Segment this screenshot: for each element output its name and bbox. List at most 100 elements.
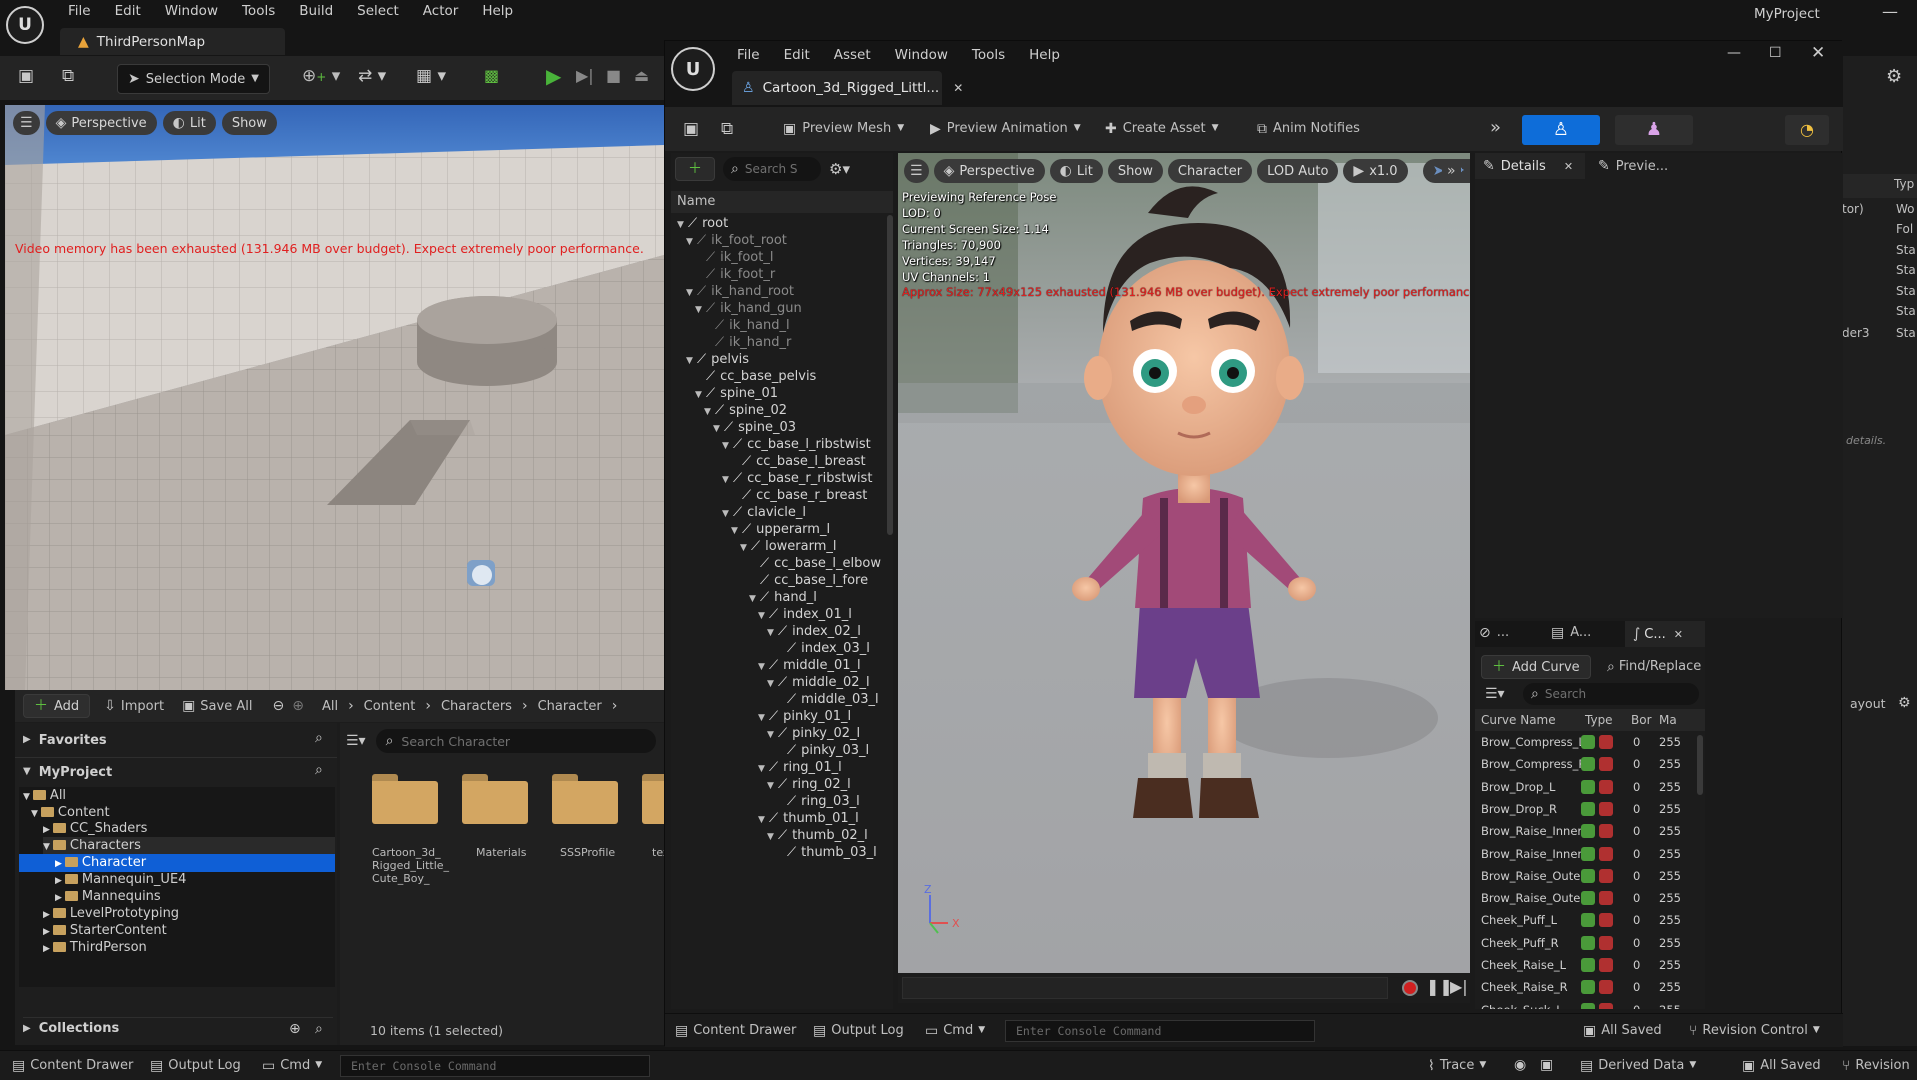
layout-label[interactable]: ayout [1850, 696, 1886, 711]
material-icon[interactable] [1599, 779, 1613, 794]
create-asset-button[interactable]: ✚ Create Asset ▼ [1105, 121, 1219, 136]
asset-tab[interactable]: ♙ Cartoon_3d_Rigged_Littl... ✕ [732, 71, 963, 105]
anim-notifies-button[interactable]: ⧉ Anim Notifies [1257, 121, 1360, 136]
curve-name-header[interactable]: Curve Name [1481, 713, 1556, 727]
add-bone-button[interactable]: ＋ [675, 157, 715, 181]
tree-item-mannequin-ue4[interactable]: ▶ Mannequin_UE4 [55, 871, 335, 889]
chevron-down-icon[interactable]: ▼ [767, 624, 775, 641]
unreal-logo-icon[interactable]: U [671, 47, 715, 91]
search-icon[interactable]: ⌕ [315, 763, 323, 777]
bone-row[interactable]: ⟋ cc_base_l_breast [671, 453, 887, 471]
tree-item-cc-shaders[interactable]: ▶ CC_Shaders [43, 820, 335, 838]
material-icon[interactable] [1599, 913, 1613, 928]
curve-row[interactable]: Brow_Raise_Outer_R 0 255 [1475, 887, 1697, 909]
cinematics-icon[interactable]: ▦ ▾ [416, 68, 446, 85]
preview-scene-tab[interactable]: ✎ Previe... [1590, 153, 1700, 179]
menu-edit[interactable]: Edit [103, 3, 153, 19]
add-curve-button[interactable]: ＋ Add Curve [1481, 655, 1591, 679]
bone-row[interactable]: ▼ ⟋ middle_01_l [671, 657, 887, 675]
bone-row[interactable]: ▼ ⟋ ik_foot_root [671, 232, 887, 250]
close-tab-icon[interactable]: ✕ [953, 82, 963, 94]
tab-skeleton-tree-extra[interactable]: ⊘... [1479, 625, 1509, 640]
bone-row[interactable]: ⟋ cc_base_pelvis [671, 368, 887, 386]
curve-search-input[interactable]: ⌕ Search [1523, 683, 1699, 705]
chevron-down-icon[interactable]: ▼ [767, 675, 775, 692]
curve-scrollbar[interactable] [1697, 735, 1703, 795]
revision-control-button[interactable]: ⑂ Revision Control ▼ [1689, 1023, 1820, 1038]
chevron-down-icon[interactable]: ▼ [686, 233, 694, 250]
bone-row[interactable]: ▼ ⟋ spine_02 [671, 402, 887, 420]
menu-file[interactable]: File [56, 3, 103, 19]
outliner-item[interactable]: tor) [1842, 202, 1864, 216]
bone-row[interactable]: ⟋ middle_03_l [671, 691, 887, 709]
material-icon[interactable] [1599, 958, 1613, 972]
curve-row[interactable]: Cheek_Raise_L 0 255 [1475, 954, 1697, 976]
skeleton-mode-button[interactable]: ♙ [1522, 115, 1600, 145]
bone-row[interactable]: ▼ ⟋ ik_hand_gun [671, 300, 887, 318]
content-drawer-button[interactable]: ▤ Content Drawer [12, 1058, 133, 1073]
chevron-down-icon[interactable]: ▼ [740, 539, 748, 556]
bone-row[interactable]: ⟋ ik_hand_l [671, 317, 887, 335]
chevron-down-icon[interactable]: ▼ [758, 709, 766, 726]
morph-target-icon[interactable] [1581, 913, 1595, 928]
level-viewport[interactable]: ☰ ◈ Perspective ◐ Lit Show Video memory ha… [5, 105, 664, 690]
material-icon[interactable] [1599, 891, 1613, 906]
morph-target-icon[interactable] [1581, 846, 1595, 861]
chevron-down-icon[interactable]: ▼ [686, 284, 694, 301]
max-header[interactable]: Ma [1659, 713, 1677, 727]
curve-row[interactable]: Brow_Drop_R 0 255 [1475, 798, 1697, 820]
bone-header[interactable]: Bor [1631, 713, 1652, 727]
show-button[interactable]: Show [1107, 159, 1163, 183]
perspective-button[interactable]: ◈ Perspective [45, 111, 157, 135]
console-input[interactable]: Enter Console Command [1005, 1020, 1315, 1042]
morph-target-icon[interactable] [1581, 801, 1595, 816]
show-button[interactable]: Show [221, 111, 277, 135]
viewport-menu-button[interactable]: ☰ [13, 111, 40, 135]
bone-row[interactable]: ▼ ⟋ ik_hand_root [671, 283, 887, 301]
tree-item-mannequins[interactable]: ▶ Mannequins [55, 888, 335, 906]
tab-anim-curves[interactable]: ∫ C... ✕ [1625, 621, 1705, 647]
chevron-down-icon[interactable]: ▼ [713, 420, 721, 437]
curve-row[interactable]: Cheek_Suck_L 0 255 [1475, 999, 1697, 1009]
collections-header[interactable]: ▶ Collections ⊕ ⌕ [23, 1017, 333, 1039]
cmd-button[interactable]: ▭ Cmd ▼ [925, 1023, 985, 1038]
all-saved-button[interactable]: ▣ All Saved [1583, 1023, 1662, 1038]
lit-button[interactable]: ◐ Lit [1049, 159, 1103, 183]
chevron-down-icon[interactable]: ▼ [767, 828, 775, 845]
breadcrumb-content[interactable]: Content [364, 699, 416, 714]
chevron-down-icon[interactable]: ▼ [722, 505, 730, 522]
save-icon[interactable]: ▣ [683, 121, 699, 138]
breadcrumb-characters[interactable]: Characters [441, 699, 512, 714]
bone-row[interactable]: ⟋ ik_foot_l [671, 249, 887, 267]
cmd-button[interactable]: ▭ Cmd ▼ [262, 1058, 322, 1073]
material-icon[interactable] [1599, 868, 1613, 883]
chevron-down-icon[interactable]: ▼ [695, 386, 703, 403]
curve-row[interactable]: Brow_Raise_Inner_L 0 255 [1475, 820, 1697, 842]
bone-row[interactable]: ▼ ⟋ root [671, 215, 887, 233]
search-icon[interactable]: ⌕ [315, 1022, 323, 1036]
step-icon[interactable]: ▶| [576, 68, 594, 84]
timeline-track[interactable] [902, 977, 1388, 999]
play-icon[interactable]: ▶| [1450, 979, 1468, 995]
tree-item-character[interactable]: ▶ Character [19, 854, 335, 872]
bone-row[interactable]: ▼ ⟋ ring_02_l [671, 776, 887, 794]
settings-icon[interactable]: ⚙ [1898, 696, 1911, 710]
chevron-down-icon[interactable]: ▼ [695, 301, 703, 318]
curve-row[interactable]: Brow_Drop_L 0 255 [1475, 776, 1697, 798]
menu-help[interactable]: Help [470, 3, 525, 19]
skeleton-search-input[interactable]: ⌕ Search S [723, 157, 821, 181]
camera-icon[interactable]: ▣ [1540, 1058, 1553, 1072]
outliner-item[interactable]: der3 [1842, 326, 1870, 340]
curve-row[interactable]: Brow_Compress_L 0 255 [1475, 731, 1697, 753]
tree-item-level-prototyping[interactable]: ▶ LevelPrototyping [43, 905, 335, 923]
add-button[interactable]: ＋ Add [23, 694, 91, 718]
chevron-down-icon[interactable]: ▼ [722, 471, 730, 488]
project-header[interactable]: ▼ MyProject ⌕ [23, 761, 333, 783]
menu-select[interactable]: Select [345, 3, 411, 19]
play-icon[interactable]: ▶ [546, 66, 561, 86]
editor-menu-edit[interactable]: Edit [772, 47, 822, 63]
asset-search-input[interactable]: ⌕ Search Character [375, 729, 656, 753]
minimize-icon[interactable]: — [1882, 2, 1898, 21]
bone-row[interactable]: ▼ ⟋ thumb_01_l [671, 810, 887, 828]
morph-target-icon[interactable] [1581, 824, 1595, 839]
